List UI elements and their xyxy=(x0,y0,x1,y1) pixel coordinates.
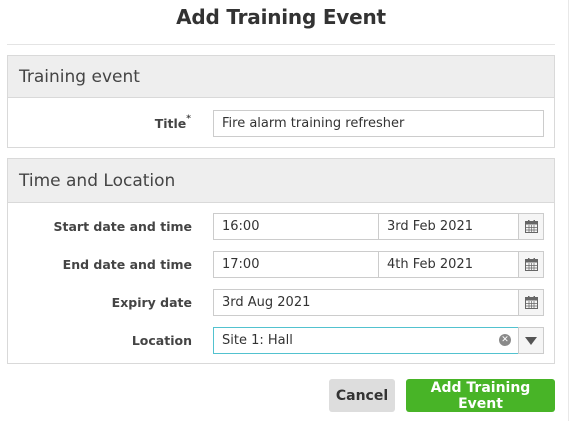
location-label: Location xyxy=(131,333,192,348)
start-date-input[interactable]: 3rd Feb 2021 xyxy=(378,213,519,240)
modal-title: Add Training Event xyxy=(176,5,386,29)
title-input[interactable]: Fire alarm training refresher xyxy=(213,110,544,137)
cancel-button[interactable]: Cancel xyxy=(329,379,395,412)
title-label: Title* xyxy=(154,114,191,131)
title-divider xyxy=(7,44,555,45)
add-training-event-button[interactable]: Add Training Event xyxy=(406,379,555,412)
start-calendar-button[interactable] xyxy=(518,213,544,240)
end-date-input[interactable]: 4th Feb 2021 xyxy=(378,251,519,278)
location-select[interactable]: Site 1: Hall ✕ xyxy=(213,327,519,354)
calendar-icon xyxy=(524,296,538,309)
end-label: End date and time xyxy=(62,257,192,272)
location-value: Site 1: Hall xyxy=(222,333,293,348)
location-dropdown-button[interactable] xyxy=(518,327,544,354)
expiry-date-input[interactable]: 3rd Aug 2021 xyxy=(213,289,519,316)
calendar-icon xyxy=(524,258,538,271)
section-heading-time-location: Time and Location xyxy=(8,159,554,203)
calendar-icon xyxy=(524,220,538,233)
end-calendar-button[interactable] xyxy=(518,251,544,278)
end-time-input[interactable]: 17:00 xyxy=(213,251,379,278)
expiry-calendar-button[interactable] xyxy=(518,289,544,316)
dialog-edge xyxy=(568,0,569,421)
required-marker: * xyxy=(186,114,191,124)
start-time-input[interactable]: 16:00 xyxy=(213,213,379,240)
start-label: Start date and time xyxy=(53,219,193,234)
section-heading-training-event: Training event xyxy=(8,56,554,98)
chevron-down-icon xyxy=(525,336,537,345)
clear-icon[interactable]: ✕ xyxy=(499,334,511,346)
expiry-label: Expiry date xyxy=(111,295,192,310)
